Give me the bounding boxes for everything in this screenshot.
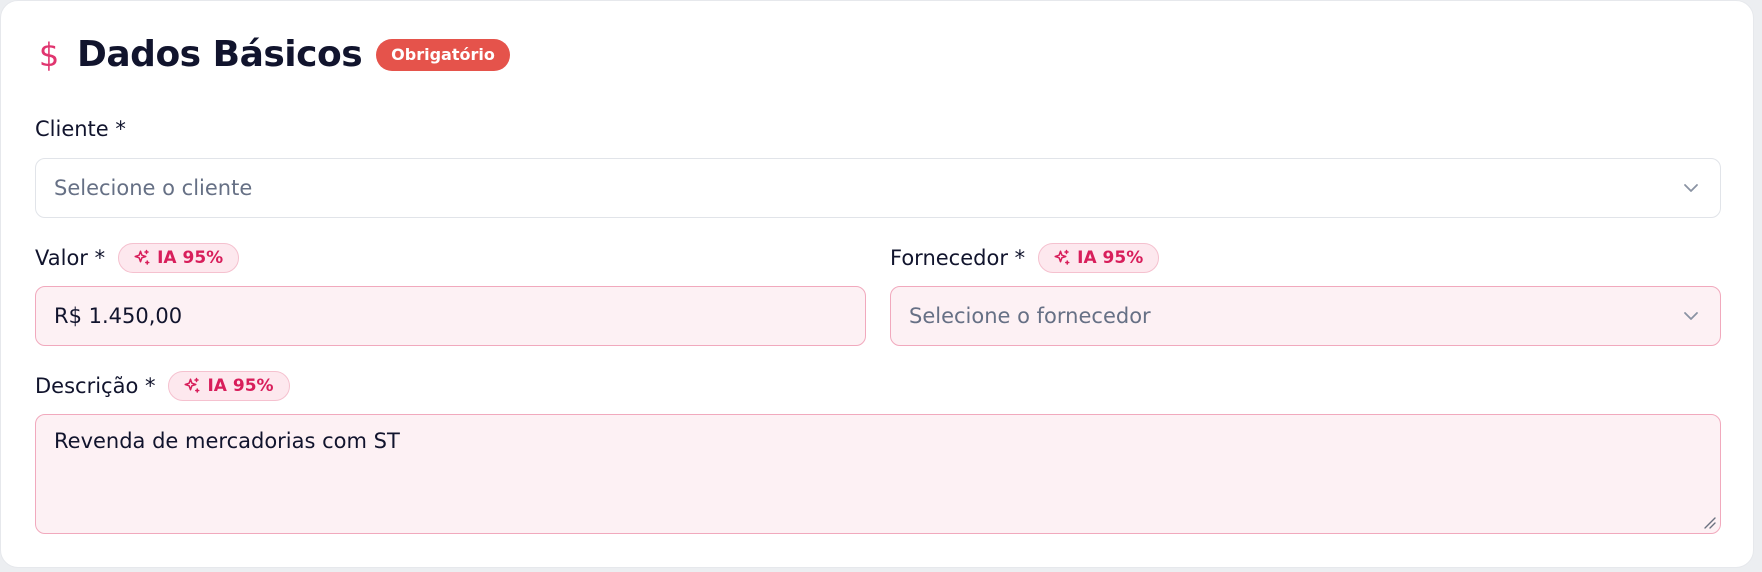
fornecedor-select[interactable]: Selecione o fornecedor	[890, 286, 1721, 346]
ai-confidence-text: IA 95%	[157, 247, 224, 268]
fornecedor-placeholder: Selecione o fornecedor	[909, 304, 1151, 328]
ai-confidence-badge: IA 95%	[168, 371, 290, 401]
fornecedor-label-row: Fornecedor * IA 95%	[890, 242, 1160, 274]
valor-input[interactable]: R$ 1.450,00	[35, 286, 866, 346]
fornecedor-label: Fornecedor *	[890, 245, 1026, 270]
resize-handle-icon[interactable]	[1701, 514, 1717, 530]
dollar-icon: $	[38, 36, 60, 74]
sparkles-icon	[184, 377, 200, 393]
chevron-down-icon	[1684, 184, 1698, 192]
ai-confidence-text: IA 95%	[1077, 247, 1144, 268]
cliente-label: Cliente *	[35, 116, 126, 141]
ai-confidence-badge: IA 95%	[118, 243, 240, 273]
required-badge: Obrigatório	[376, 39, 510, 71]
chevron-down-icon	[1684, 312, 1698, 320]
ai-confidence-text: IA 95%	[207, 375, 274, 396]
ai-confidence-badge: IA 95%	[1038, 243, 1160, 273]
cliente-select[interactable]: Selecione o cliente	[35, 158, 1721, 218]
valor-label-row: Valor * IA 95%	[35, 242, 240, 274]
sparkles-icon	[134, 249, 150, 265]
cliente-placeholder: Selecione o cliente	[54, 176, 253, 200]
valor-label: Valor *	[35, 245, 106, 270]
section-title: Dados Básicos	[77, 34, 363, 75]
basic-data-card: $ Dados Básicos Obrigatório Cliente * Se…	[0, 0, 1754, 568]
cliente-label-row: Cliente *	[35, 117, 126, 141]
section-header: $ Dados Básicos Obrigatório	[35, 33, 510, 77]
valor-value: R$ 1.450,00	[54, 304, 183, 328]
descricao-textarea[interactable]: Revenda de mercadorias com ST	[35, 414, 1721, 534]
descricao-label-row: Descrição * IA 95%	[35, 370, 290, 402]
descricao-label: Descrição *	[35, 373, 156, 398]
sparkles-icon	[1054, 249, 1070, 265]
descricao-value: Revenda de mercadorias com ST	[54, 429, 400, 453]
